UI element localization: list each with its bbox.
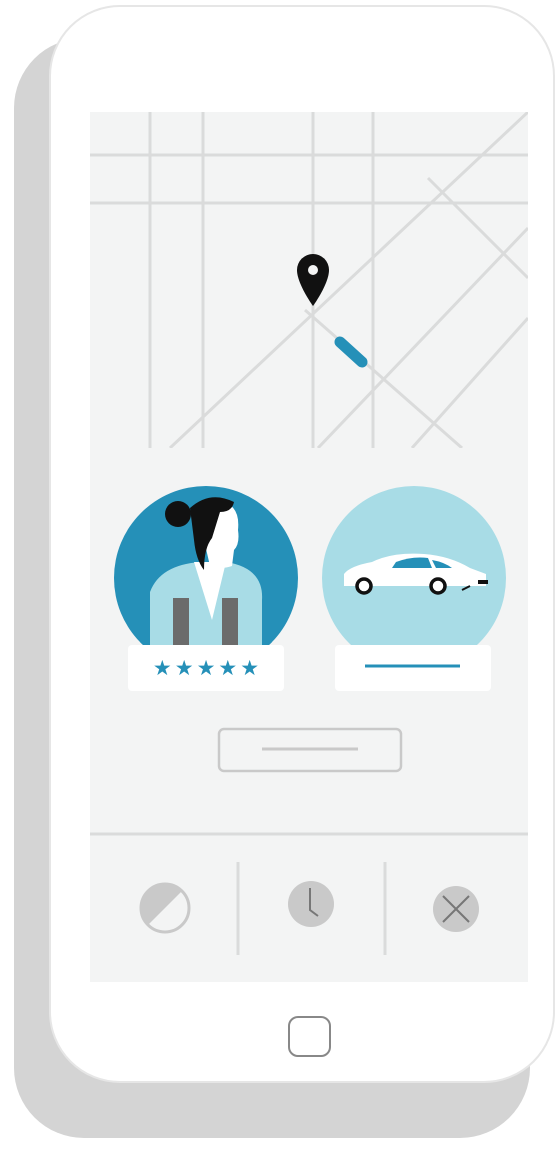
clock-icon[interactable]: [288, 881, 334, 927]
vehicle-photo-icon: [322, 486, 506, 670]
star-icon: ★: [218, 655, 238, 680]
half-circle-icon[interactable]: [139, 882, 191, 934]
star-icon: ★: [174, 655, 194, 680]
cancel-icon[interactable]: [433, 886, 479, 932]
rating-stars: ★ ★ ★ ★ ★: [128, 645, 284, 691]
star-icon: ★: [152, 655, 172, 680]
star-icon: ★: [196, 655, 216, 680]
star-icon: ★: [240, 655, 260, 680]
pin-hole: [308, 265, 318, 275]
home-button-icon[interactable]: [288, 1016, 331, 1057]
vehicle-card: [335, 645, 491, 691]
phone-illustration: [14, 5, 555, 1138]
